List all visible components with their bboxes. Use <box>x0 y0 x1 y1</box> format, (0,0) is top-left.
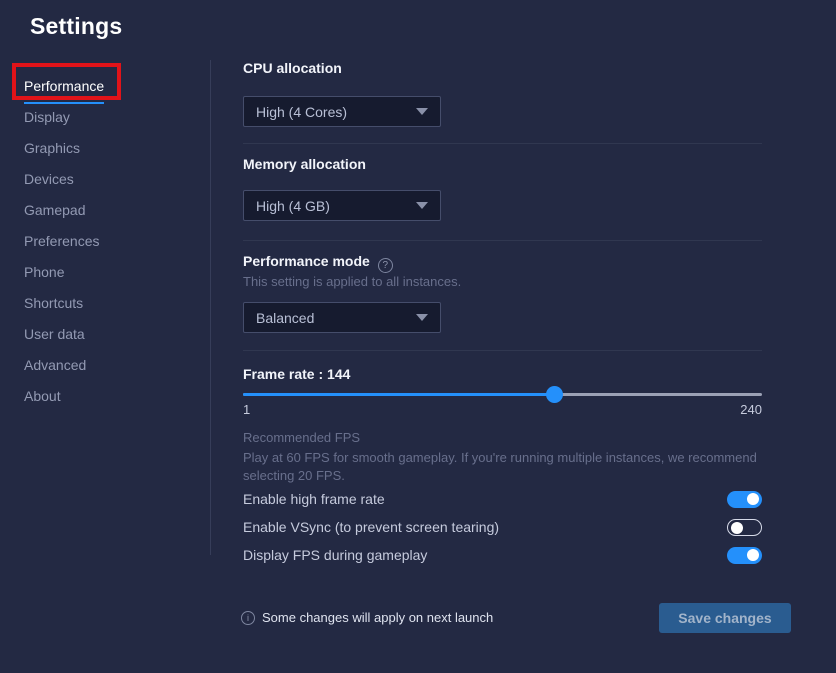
help-icon[interactable]: ? <box>378 258 393 273</box>
chevron-down-icon <box>416 108 428 115</box>
performance-mode-dropdown[interactable]: Balanced <box>243 302 441 333</box>
vsync-toggle[interactable] <box>727 519 762 536</box>
sidebar-item-preferences[interactable]: Preferences <box>24 233 99 253</box>
toggle-label: Enable VSync (to prevent screen tearing) <box>243 519 499 535</box>
toggle-row-display-fps: Display FPS during gameplay <box>243 546 762 566</box>
apply-on-next-launch-note: i Some changes will apply on next launch <box>241 610 493 625</box>
info-icon: i <box>241 611 255 625</box>
sidebar-content-divider <box>210 60 211 555</box>
sidebar-item-advanced[interactable]: Advanced <box>24 357 86 377</box>
cpu-allocation-label: CPU allocation <box>243 60 342 76</box>
cpu-allocation-value: High (4 Cores) <box>256 104 347 120</box>
section-divider <box>243 350 762 351</box>
memory-allocation-dropdown[interactable]: High (4 GB) <box>243 190 441 221</box>
toggle-row-vsync: Enable VSync (to prevent screen tearing) <box>243 518 762 538</box>
recommended-fps-title: Recommended FPS <box>243 430 360 445</box>
save-changes-button[interactable]: Save changes <box>659 603 791 633</box>
section-divider <box>243 240 762 241</box>
sidebar-item-about[interactable]: About <box>24 388 61 408</box>
toggle-label: Enable high frame rate <box>243 491 385 507</box>
sidebar-item-shortcuts[interactable]: Shortcuts <box>24 295 83 315</box>
recommended-fps-body: Play at 60 FPS for smooth gameplay. If y… <box>243 449 762 485</box>
sidebar-item-gamepad[interactable]: Gamepad <box>24 202 85 222</box>
memory-allocation-label: Memory allocation <box>243 156 366 172</box>
sidebar-item-devices[interactable]: Devices <box>24 171 74 191</box>
high-frame-rate-toggle[interactable] <box>727 491 762 508</box>
performance-mode-subtext: This setting is applied to all instances… <box>243 274 461 289</box>
sidebar-item-user-data[interactable]: User data <box>24 326 85 346</box>
performance-mode-label: Performance mode? <box>243 253 393 273</box>
memory-allocation-value: High (4 GB) <box>256 198 330 214</box>
toggle-knob <box>747 493 759 505</box>
sidebar-item-display[interactable]: Display <box>24 109 70 129</box>
toggle-knob <box>747 549 759 561</box>
active-tab-underline <box>24 102 104 104</box>
frame-rate-label: Frame rate : 144 <box>243 366 350 382</box>
toggle-row-high-frame-rate: Enable high frame rate <box>243 490 762 510</box>
sidebar-item-phone[interactable]: Phone <box>24 264 64 284</box>
frame-rate-max-label: 240 <box>740 402 762 417</box>
toggle-label: Display FPS during gameplay <box>243 547 427 563</box>
toggle-knob <box>731 522 743 534</box>
slider-fill <box>243 393 554 396</box>
chevron-down-icon <box>416 314 428 321</box>
frame-rate-min-label: 1 <box>243 402 250 417</box>
performance-mode-value: Balanced <box>256 310 314 326</box>
cpu-allocation-dropdown[interactable]: High (4 Cores) <box>243 96 441 127</box>
section-divider <box>243 143 762 144</box>
frame-rate-slider[interactable] <box>243 389 762 399</box>
display-fps-toggle[interactable] <box>727 547 762 564</box>
sidebar-item-graphics[interactable]: Graphics <box>24 140 80 160</box>
sidebar-item-performance[interactable]: Performance <box>24 78 104 98</box>
page-title: Settings <box>30 13 122 40</box>
slider-thumb[interactable] <box>546 386 563 403</box>
chevron-down-icon <box>416 202 428 209</box>
footer-note-text: Some changes will apply on next launch <box>262 610 493 625</box>
